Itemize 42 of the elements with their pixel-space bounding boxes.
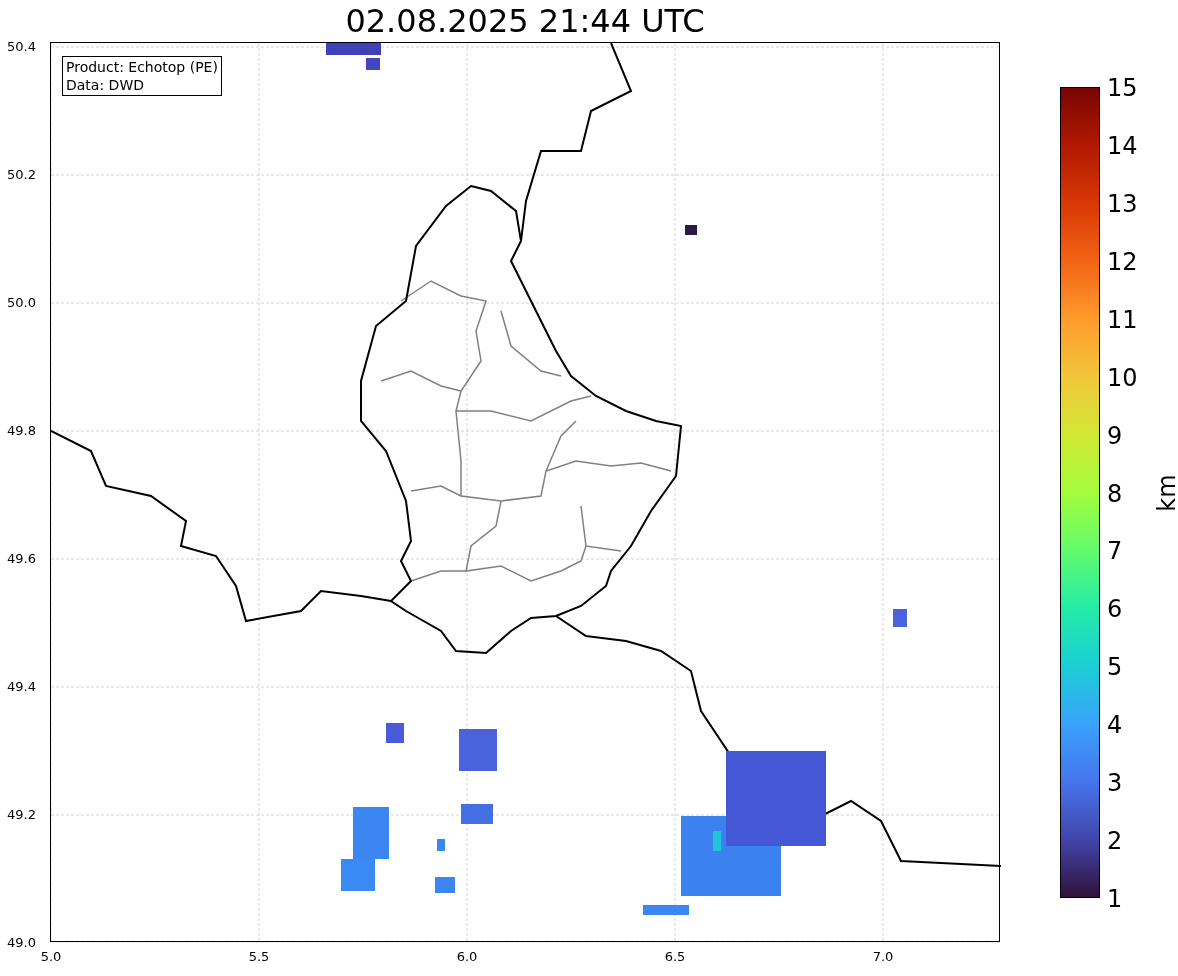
- radar-echo: [893, 609, 907, 627]
- colorbar-tick-label: 10: [1107, 365, 1138, 390]
- y-tick-label: 49.6: [7, 550, 36, 569]
- x-tick-label: 6.5: [664, 948, 686, 966]
- colorbar-tick-label: 3: [1107, 771, 1123, 796]
- colorbar-tick-label: 13: [1107, 191, 1138, 216]
- legend-text: Data: DWD: [66, 76, 145, 94]
- x-tick-label: 7.0: [872, 948, 894, 966]
- colorbar-tick-label: 6: [1107, 597, 1123, 622]
- colorbar-tick-label: 2: [1107, 829, 1123, 854]
- colorbar-tick-label: 1: [1107, 887, 1123, 911]
- radar-echo: [366, 58, 380, 70]
- radar-echo: [459, 729, 497, 771]
- x-tick-label: 6.0: [456, 948, 478, 966]
- y-tick-label: 49.0: [7, 934, 36, 953]
- radar-echo: [435, 877, 455, 893]
- colorbar-tick-label: 4: [1107, 713, 1123, 738]
- x-tick-label: 5.0: [40, 948, 62, 966]
- y-tick-label: 49.2: [7, 806, 36, 825]
- y-tick-label: 49.8: [7, 422, 36, 441]
- radar-echo: [685, 225, 697, 235]
- y-tick-label: 50.0: [7, 294, 36, 313]
- colorbar-tick-label: 9: [1107, 423, 1123, 448]
- colorbar-tick-label: 15: [1107, 76, 1138, 100]
- colorbar-label: km: [1151, 473, 1178, 512]
- radar-echo: [326, 43, 381, 55]
- colorbar-tick-label: 14: [1107, 133, 1138, 158]
- x-tick-label: 5.5: [248, 948, 270, 966]
- radar-echo: [643, 905, 689, 915]
- colorbar-tick-label: 12: [1107, 249, 1138, 274]
- radar-echo: [461, 804, 493, 824]
- y-tick-label: 50.4: [7, 38, 36, 57]
- colorbar-tick-label: 5: [1107, 655, 1123, 680]
- colorbar-tick-label: 11: [1107, 307, 1138, 332]
- chart-title: 02.08.2025 21:44 UTC: [345, 5, 705, 37]
- y-tick-label: 49.4: [7, 678, 36, 697]
- y-tick-label: 50.2: [7, 166, 36, 185]
- colorbar-tick-label: 8: [1107, 481, 1123, 506]
- radar-echo: [386, 723, 404, 743]
- legend-text: Product: Echotop (PE): [66, 58, 218, 76]
- colorbar-tick-label: 7: [1107, 539, 1123, 564]
- radar-echo: [437, 839, 445, 851]
